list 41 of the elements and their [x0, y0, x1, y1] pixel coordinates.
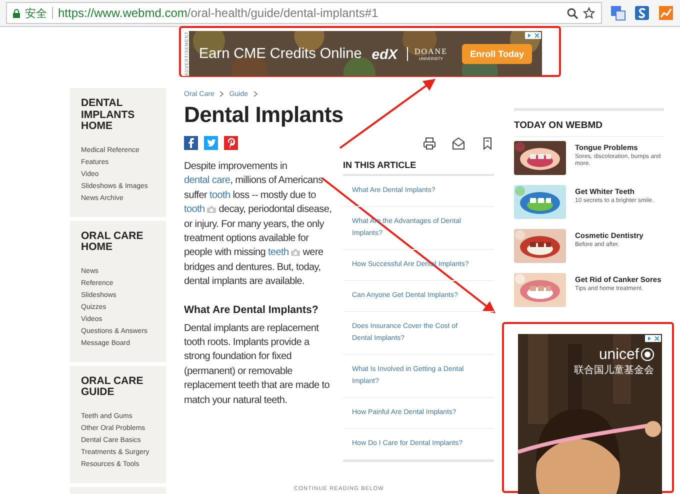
brand-logo: unicef: [598, 346, 654, 363]
page-title: Dental Implants: [184, 102, 344, 128]
sidebar-heading: DENTAL IMPLANTS HOME: [81, 98, 136, 132]
intro-paragraph: Despite improvements in dental care, millions of Americans suffer tooth loss -- mostly due to tooth decay, periodontal disease, or injury. For many years, the only treatment options available for people with missing teeth were bridges and dentures. But, today, dental implants are available.: [184, 160, 333, 290]
text-link[interactable]: dental care: [184, 175, 230, 186]
chevron-icon: [219, 91, 224, 97]
url-text: https://www.webmd.com/oral-health/guide/dental-implants#1: [58, 6, 378, 20]
ad-headline: Earn CME Credits Online: [199, 46, 362, 62]
brand-logo: edX: [372, 46, 398, 62]
sidebar-heading: ORAL CARE GUIDE: [81, 376, 144, 398]
side-ad[interactable]: unicef 联合国儿童基金会: [518, 334, 662, 494]
text-link[interactable]: tooth: [184, 204, 205, 216]
ad-tagline: 联合国儿童基金会: [574, 364, 654, 377]
section-paragraph: Dental implants are replacement tooth roots. Implants provide a strong foundation for fixed (permanent) or removable replacement teeth that are made to match your natural teeth.: [184, 322, 330, 408]
twitter-button[interactable]: [204, 136, 218, 150]
bird-icon: [206, 139, 216, 147]
contents-heading: IN THIS ARTICLE: [343, 160, 494, 176]
extension-icon[interactable]: [634, 5, 650, 21]
sidebar-heading: ORAL CARE HOME: [81, 230, 144, 254]
adchoices-icon[interactable]: [525, 32, 541, 39]
chevron-icon: [253, 91, 258, 97]
text-link[interactable]: teeth: [268, 247, 289, 258]
lock-icon: [13, 8, 20, 18]
chart-icon[interactable]: [658, 5, 674, 21]
section-heading: What Are Dental Implants?: [184, 304, 320, 316]
address-field[interactable]: 安全 https://www.webmd.com/oral-health/guide/dental-implants#1: [6, 2, 602, 24]
pin-icon: [228, 138, 234, 148]
facebook-icon: [188, 138, 194, 148]
globe-icon: [641, 348, 654, 361]
secure-label: 安全: [25, 6, 47, 20]
bookmark-icon[interactable]: [481, 136, 494, 150]
envelope-icon[interactable]: [452, 136, 465, 150]
star-icon[interactable]: [583, 7, 595, 19]
print-icon[interactable]: [423, 136, 436, 150]
partner-logo: DOANE: [414, 46, 448, 56]
zoom-icon[interactable]: [567, 8, 578, 18]
facebook-button[interactable]: [184, 136, 198, 150]
section-heading: TODAY ON WEBMD: [514, 111, 664, 137]
pinterest-button[interactable]: [224, 136, 238, 150]
text-link[interactable]: tooth: [210, 190, 230, 201]
adchoices-icon[interactable]: [645, 335, 661, 342]
